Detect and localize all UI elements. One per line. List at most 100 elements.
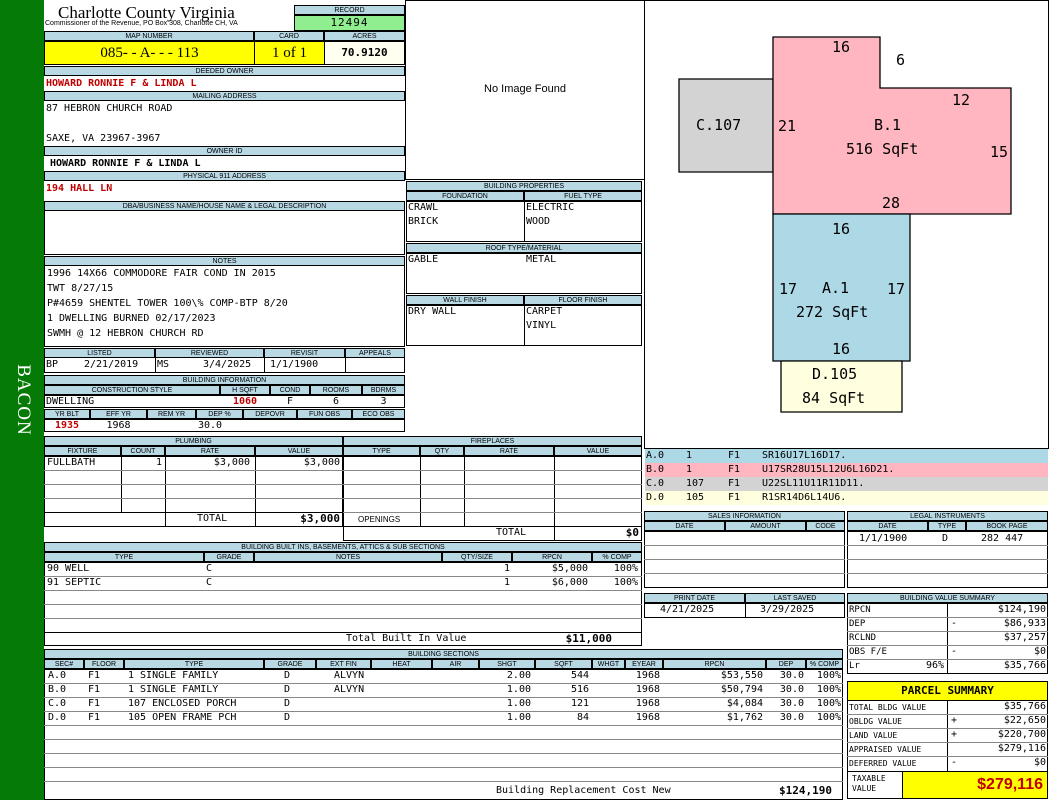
- plumb-h-value: VALUE: [255, 446, 343, 456]
- card-label: CARD: [254, 31, 324, 41]
- sec-cell: 1968: [635, 698, 660, 709]
- sales-h-amount: AMOUNT: [725, 521, 806, 531]
- plumbing-label: PLUMBING: [44, 436, 343, 446]
- sales-h-code: CODE: [806, 521, 845, 531]
- sales-label: SALES INFORMATION: [644, 511, 845, 521]
- sketch-a-area: 272 SqFt: [796, 303, 869, 321]
- bi-h2-effyr: EFF YR: [90, 409, 147, 419]
- builtins-label: BUILDING BUILT INS, BASEMENTS, ATTICS & …: [44, 542, 642, 552]
- builtins-total: $11,000: [565, 632, 612, 645]
- ps-value: $0: [1033, 757, 1046, 768]
- bi-yrblt: 1935: [54, 420, 80, 431]
- foundation-2: BRICK: [408, 216, 439, 227]
- sketch-code-row: [645, 491, 1048, 505]
- dim-a-left: 17: [779, 280, 798, 298]
- sec-cell: 544: [570, 670, 589, 681]
- vs-value: $0: [1033, 646, 1046, 657]
- roof-box: [406, 253, 642, 294]
- mailing-addr2: SAXE, VA 23967-3967: [46, 133, 161, 144]
- bi-h2-ecoobs: ECO OBS: [352, 409, 405, 419]
- sec-cell: D: [284, 670, 291, 681]
- dim-b-bottom: 28: [882, 194, 901, 212]
- legal-date: 1/1/1900: [859, 533, 908, 544]
- bi-effyr: 1968: [106, 420, 131, 431]
- sec-cell: 30.0: [779, 698, 804, 709]
- sec-cell: 100%: [816, 698, 841, 709]
- dim-a-bottom: 16: [832, 340, 851, 358]
- deeded-owner-label: DEEDED OWNER: [44, 66, 405, 76]
- sec-cell: 1 SINGLE FAMILY: [128, 684, 219, 695]
- sec-cell: 100%: [816, 712, 841, 723]
- bi-h-notes: NOTES: [254, 552, 442, 562]
- foundation-label: FOUNDATION: [406, 191, 524, 201]
- code-f: F1: [728, 450, 741, 461]
- builtin-type: 90 WELL: [47, 563, 90, 574]
- sec-h: AIR: [432, 659, 479, 669]
- bi-h-type: TYPE: [44, 552, 204, 562]
- code-path: SR16U17L16D17.: [762, 450, 847, 461]
- code-f: F1: [728, 478, 741, 489]
- bi-h-comp: % COMP: [592, 552, 642, 562]
- sec-cell: $50,794: [720, 684, 763, 695]
- roof-label: ROOF TYPE/MATERIAL: [406, 243, 642, 253]
- code-f: F1: [728, 492, 741, 503]
- bi-h2-depovr: DEPOVR: [243, 409, 297, 419]
- fuel-label: FUEL TYPE: [524, 191, 642, 201]
- acres-label: ACRES: [324, 31, 405, 41]
- builtin-grade: C: [206, 563, 213, 574]
- sec-cell: 2.00: [506, 670, 531, 681]
- builtin-type: 91 SEPTIC: [47, 577, 102, 588]
- side-label: BACON: [13, 364, 34, 436]
- physical-address: 194 HALL LN: [46, 183, 113, 194]
- bi-h2-yrblt: YR BLT: [44, 409, 90, 419]
- sec-cell: 30.0: [779, 712, 804, 723]
- builtin-rpcn: $5,000: [551, 563, 588, 574]
- builtin-qty: 1: [503, 563, 510, 574]
- sec-cell: 1.00: [506, 698, 531, 709]
- bi-h-rooms: ROOMS: [310, 385, 362, 395]
- ps-value: $35,766: [1003, 701, 1046, 712]
- reviewed-code: MS: [157, 359, 170, 370]
- builtin-rpcn: $6,000: [551, 577, 588, 588]
- print-date: 4/21/2025: [660, 604, 715, 615]
- no-image-text: No Image Found: [484, 83, 566, 95]
- sec-h: GRADE: [264, 659, 316, 669]
- sec-cell: ALVYN: [334, 684, 365, 695]
- last-saved: 3/29/2025: [760, 604, 815, 615]
- physical-label: PHYSICAL 911 ADDRESS: [44, 171, 405, 181]
- dim-b-right: 15: [990, 143, 1009, 161]
- sections-label: BUILDING SECTIONS: [44, 649, 843, 659]
- sec-cell: 1.00: [506, 684, 531, 695]
- bi-h2-funobs: FUN OBS: [297, 409, 352, 419]
- map-number: 085- - A- - - 113: [44, 41, 255, 65]
- code-path: R1SR14D6L14U6.: [762, 492, 847, 503]
- note-line: TWT 8/27/15: [47, 283, 114, 294]
- dim-b-top: 16: [832, 38, 851, 56]
- sketch-b-area: 516 SqFt: [846, 140, 919, 158]
- taxable-value: $279,116: [902, 771, 1048, 799]
- floor-label: FLOOR FINISH: [524, 295, 642, 305]
- record-label: RECORD: [294, 5, 405, 15]
- sec-cell: 84: [576, 712, 589, 723]
- plumb-rate: $3,000: [213, 457, 250, 468]
- dim-b-left: 21: [778, 117, 797, 135]
- bi-bdrms: 3: [380, 396, 387, 407]
- ps-value: $22,650: [1003, 715, 1046, 726]
- plumb-h-fixture: FIXTURE: [44, 446, 121, 456]
- plumb-fixture: FULLBATH: [47, 457, 96, 468]
- vs-label: Lr: [849, 661, 860, 671]
- builtins-total-label: Total Built In Value: [346, 633, 467, 644]
- fuel-1: ELECTRIC: [526, 202, 575, 213]
- bi-h-grade: GRADE: [204, 552, 254, 562]
- sec-cell: C.0: [48, 698, 67, 709]
- ps-label: LAND VALUE: [849, 731, 898, 740]
- vs-value: $35,766: [1003, 660, 1046, 671]
- sales-h-date: DATE: [644, 521, 725, 531]
- wall-label: WALL FINISH: [406, 295, 524, 305]
- sections-total-label: Building Replacement Cost New: [496, 785, 671, 796]
- ps-label: DEFERRED VALUE: [849, 759, 917, 768]
- fire-h-rate: RATE: [464, 446, 554, 456]
- note-line: P#4659 SHENTEL TOWER 100\% COMP-BTP 8/20: [47, 298, 288, 309]
- sec-cell: A.0: [48, 670, 67, 681]
- building-props-label: BUILDING PROPERTIES: [406, 181, 642, 191]
